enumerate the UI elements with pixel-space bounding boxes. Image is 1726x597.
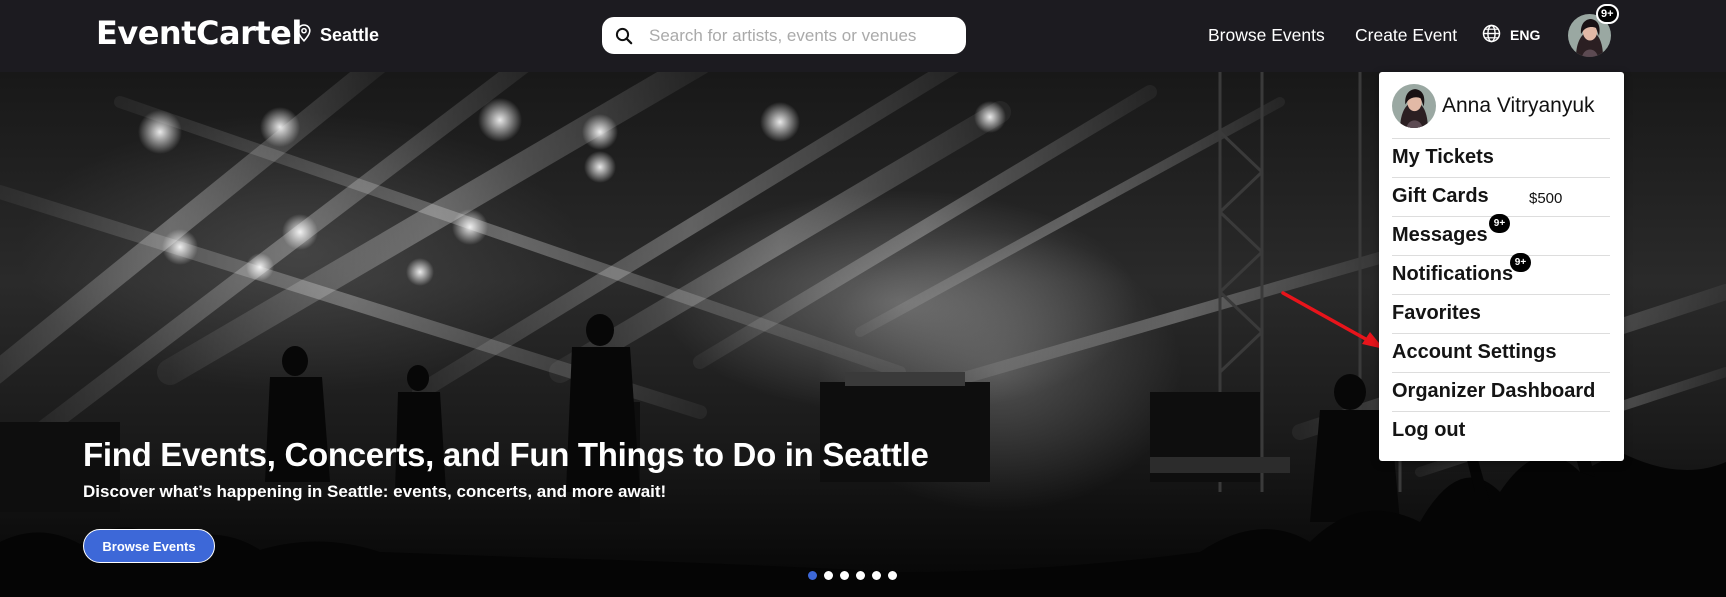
menu-item-label: Notifications (1392, 263, 1514, 285)
carousel-dot[interactable] (824, 571, 833, 580)
menu-item-account-settings[interactable]: Account Settings (1392, 333, 1610, 372)
menu-item-log-out[interactable]: Log out (1392, 411, 1610, 450)
globe-icon (1482, 24, 1510, 46)
menu-item-label: Messages (1392, 224, 1488, 246)
hero-title: Find Events, Concerts, and Fun Things to… (83, 436, 929, 473)
menu-item-label: Log out (1392, 419, 1466, 441)
hero-subtitle: Discover what’s happening in Seattle: ev… (83, 482, 667, 501)
top-navbar: EventCartel Seattle Browse Events Create… (0, 0, 1726, 72)
messages-count-badge: 9+ (1489, 214, 1510, 233)
nav-create-event[interactable]: Create Event (1355, 25, 1457, 46)
notification-count-badge: 9+ (1596, 4, 1619, 24)
hero-browse-events-button[interactable]: Browse Events (83, 529, 215, 563)
location-selector[interactable]: Seattle (297, 24, 379, 47)
carousel-dot[interactable] (808, 571, 817, 580)
search-icon (615, 27, 633, 45)
dropdown-user-name: Anna Vitryanyuk (1442, 94, 1595, 117)
menu-item-messages[interactable]: Messages 9+ (1392, 214, 1610, 255)
menu-item-label: My Tickets (1392, 146, 1494, 168)
language-label: ENG (1510, 27, 1541, 43)
carousel-dot[interactable] (856, 571, 865, 580)
menu-item-label: Account Settings (1392, 341, 1557, 363)
menu-item-label: Gift Cards (1392, 185, 1489, 207)
nav-browse-events[interactable]: Browse Events (1208, 25, 1325, 46)
user-menu-dropdown: Anna Vitryanyuk My Tickets Gift Cards $5… (1379, 72, 1624, 461)
menu-item-label: Organizer Dashboard (1392, 380, 1596, 402)
menu-item-gift-cards[interactable]: Gift Cards $500 (1392, 177, 1610, 216)
carousel-pagination (808, 571, 904, 580)
location-label: Seattle (320, 25, 380, 45)
carousel-dot[interactable] (872, 571, 881, 580)
site-logo[interactable]: EventCartel (96, 14, 302, 52)
language-selector[interactable]: ENG (1482, 24, 1540, 46)
menu-item-organizer-dashboard[interactable]: Organizer Dashboard (1392, 372, 1610, 411)
menu-item-my-tickets[interactable]: My Tickets (1392, 138, 1610, 177)
gift-card-balance: $500 (1529, 190, 1563, 207)
map-pin-icon (297, 24, 320, 47)
dropdown-profile[interactable]: Anna Vitryanyuk (1392, 83, 1610, 129)
menu-item-favorites[interactable]: Favorites (1392, 294, 1610, 333)
menu-item-notifications[interactable]: Notifications 9+ (1392, 253, 1610, 294)
menu-item-label: Favorites (1392, 302, 1481, 324)
search-input[interactable] (649, 25, 939, 46)
search-bar[interactable] (602, 17, 966, 54)
carousel-dot[interactable] (888, 571, 897, 580)
dropdown-avatar (1392, 84, 1436, 128)
carousel-dot[interactable] (840, 571, 849, 580)
notifications-count-badge: 9+ (1510, 253, 1531, 272)
